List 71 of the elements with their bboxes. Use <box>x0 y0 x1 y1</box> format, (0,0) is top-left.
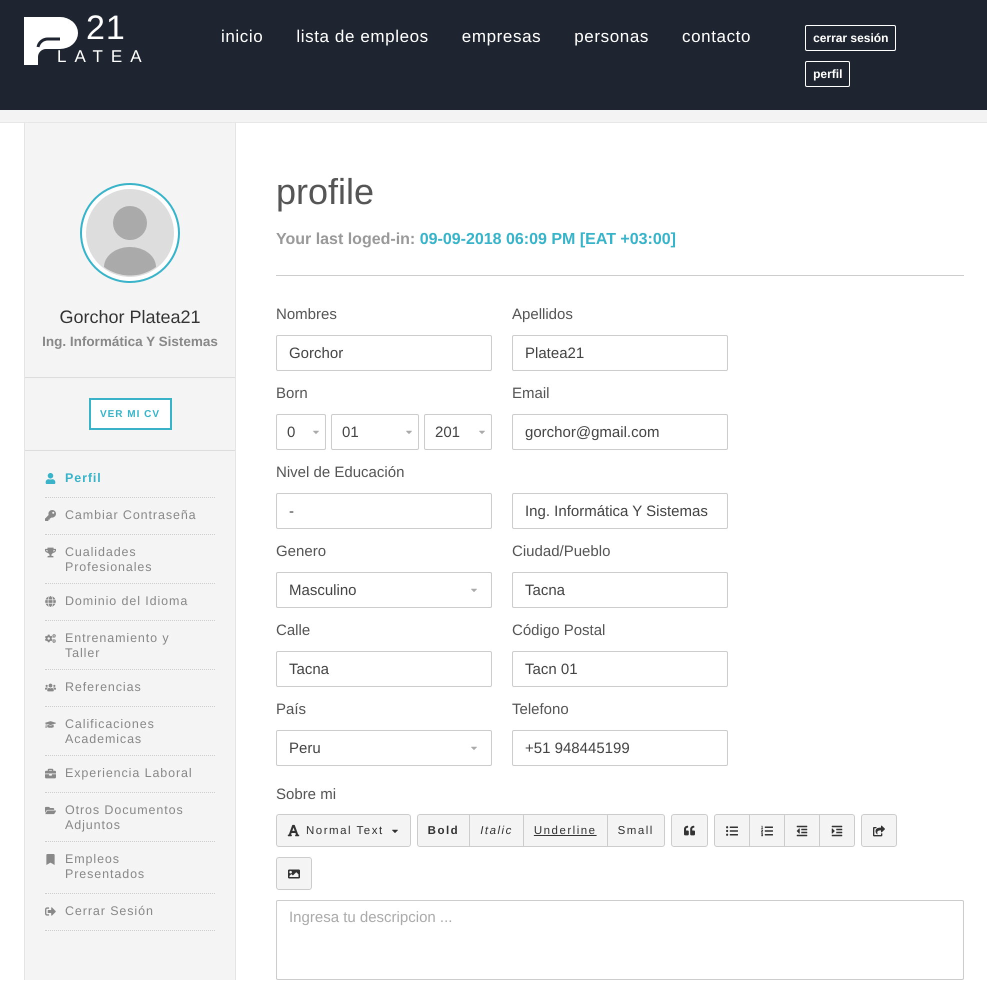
field-label: Genero <box>276 543 328 562</box>
input-field[interactable]: Tacna <box>512 572 728 608</box>
key-icon <box>45 510 56 521</box>
description-field[interactable]: Ingresa tu descripcion ... <box>276 900 964 980</box>
graduation-cap-icon <box>45 719 56 730</box>
nav-link[interactable]: inicio <box>221 27 264 47</box>
bullet-list-button[interactable] <box>714 814 750 847</box>
input-field[interactable]: Tacn 01 <box>512 651 728 687</box>
user-title: Ing. Informática Y Sistemas <box>42 334 218 349</box>
field-label: Telefono <box>512 701 570 720</box>
last-login-text: Your last loged-in: 09-09-2018 06:09 PM [EAT +03:00] <box>276 231 964 276</box>
input-field[interactable]: +51 948445199 <box>512 730 728 766</box>
profile-button[interactable]: perfil <box>805 61 850 87</box>
link-button[interactable] <box>860 814 897 847</box>
image-button[interactable] <box>276 857 312 890</box>
field-label: Email <box>512 385 551 404</box>
field-label: Código Postal <box>512 622 606 641</box>
text-style-dropdown[interactable]: Normal Text <box>276 814 411 847</box>
outdent-button[interactable] <box>784 814 820 847</box>
nav-link[interactable]: contacto <box>682 27 752 47</box>
field-label: Sobre mi <box>276 786 336 803</box>
gears-icon <box>45 633 56 644</box>
input-field[interactable]: Gorchor <box>276 335 492 371</box>
nav-link[interactable]: empresas <box>462 27 542 47</box>
sign-out-icon <box>45 906 56 917</box>
field-label: Apellidos <box>512 306 574 325</box>
field-label: Ciudad/Pueblo <box>512 543 612 562</box>
select-field[interactable]: 0 <box>276 414 326 450</box>
format-button[interactable]: Small <box>608 814 665 847</box>
select-field[interactable]: Peru <box>276 730 492 766</box>
quote-icon <box>684 825 695 836</box>
users-icon <box>45 682 56 693</box>
numbered-list-button[interactable] <box>750 814 785 847</box>
input-field[interactable]: - <box>276 493 492 529</box>
input-field[interactable]: Platea21 <box>512 335 728 371</box>
field-label: Nivel de Educación <box>276 464 406 483</box>
nav-link[interactable]: personas <box>574 27 649 47</box>
list-icon <box>726 824 738 836</box>
nav-link[interactable]: lista de empleos <box>296 27 429 47</box>
format-button[interactable]: Italic <box>470 814 524 847</box>
indent-button[interactable] <box>820 814 855 847</box>
quote-button[interactable] <box>670 814 708 847</box>
font-icon <box>287 824 300 837</box>
numbered-list-icon <box>760 824 773 836</box>
input-field[interactable]: gorchor@gmail.com <box>512 414 728 450</box>
logo-number: 21 <box>86 11 126 45</box>
briefcase-icon <box>45 768 56 779</box>
field-label: Born <box>276 385 309 404</box>
logo-text: LATEA <box>57 48 150 65</box>
folder-icon <box>45 805 56 816</box>
field-label: País <box>276 701 308 720</box>
outdent-icon <box>796 824 808 836</box>
indent-icon <box>830 824 843 836</box>
user-icon <box>45 473 56 484</box>
format-button[interactable]: Bold <box>416 814 470 847</box>
share-icon <box>872 824 885 836</box>
field-label: Calle <box>276 622 312 641</box>
format-button[interactable]: Underline <box>524 814 608 847</box>
globe-icon <box>45 596 56 607</box>
select-field[interactable]: 201 <box>424 414 492 450</box>
bookmark-icon <box>45 854 56 865</box>
select-field[interactable]: 01 <box>331 414 419 450</box>
image-icon <box>288 868 300 880</box>
input-field[interactable]: Ing. Informática Y Sistemas <box>512 493 728 529</box>
input-field[interactable]: Tacna <box>276 651 492 687</box>
page-title: profile <box>276 171 376 213</box>
select-field[interactable]: Masculino <box>276 572 492 608</box>
trophy-icon <box>45 547 56 558</box>
user-name: Gorchor Platea21 <box>59 307 201 328</box>
logout-button[interactable]: cerrar sesión <box>805 25 896 51</box>
field-label: Nombres <box>276 306 338 325</box>
